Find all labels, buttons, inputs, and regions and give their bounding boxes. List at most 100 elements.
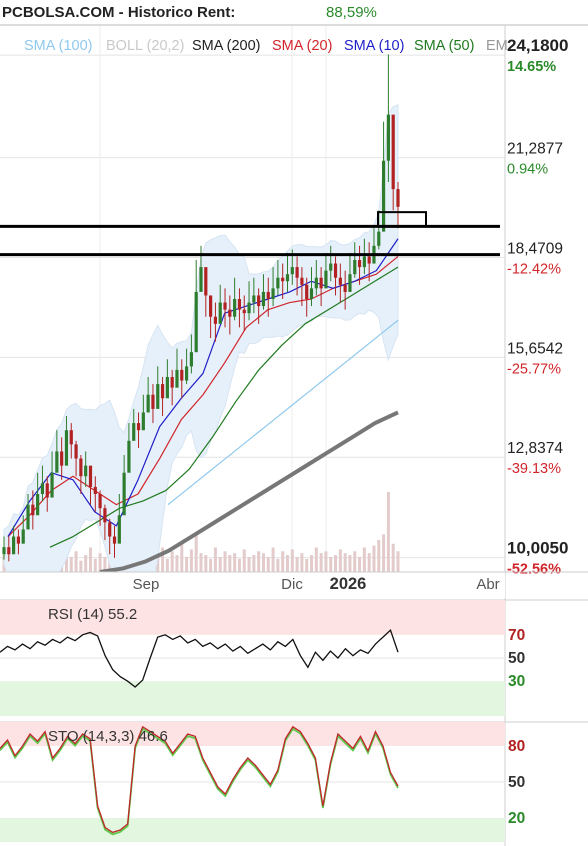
candle-body [353, 260, 357, 275]
volume-bar [175, 555, 179, 572]
candle-body [21, 529, 25, 544]
support-lines [0, 211, 500, 257]
legend-item: SMA (10) [344, 38, 404, 54]
candle-body [218, 302, 222, 324]
volume-bar [396, 551, 400, 572]
volume-bar [295, 556, 299, 572]
candle-body [237, 299, 242, 310]
candle-body [141, 412, 145, 431]
bollinger-band [3, 103, 399, 595]
candle-body [324, 270, 328, 289]
candle-body [84, 465, 88, 477]
volume-bar [88, 547, 92, 572]
candle-body [357, 260, 362, 268]
candle-body [333, 263, 338, 278]
volume-bar [223, 551, 227, 572]
volume-bar [319, 553, 323, 572]
legend-item: SMA (20) [272, 38, 332, 54]
chart-legend: SMA (100) BOLL (20,2) SMA (200) SMA (20) SMA… [24, 38, 508, 54]
volume-bar [247, 556, 251, 572]
volume-bar [343, 553, 347, 572]
price-label: 10,0050 [507, 539, 568, 558]
stock-chart[interactable]: SMA (100) BOLL (20,2) SMA (200) SMA (20) SMA… [0, 0, 588, 846]
rsi-panel: RSI (14) 55.2 70 50 30 [0, 599, 588, 716]
percent-label: 14.65% [507, 59, 556, 75]
candle-body [60, 451, 64, 466]
candle-body [98, 494, 102, 509]
candle-body [319, 277, 323, 289]
volume-bar [170, 551, 174, 572]
volume-bar [382, 534, 386, 572]
candle-body [271, 288, 275, 299]
candle-body [281, 277, 285, 282]
volume-bar [372, 545, 376, 572]
volume-bar [93, 558, 97, 572]
candle-body [348, 274, 352, 292]
time-label: Sep [133, 576, 160, 593]
rsi-level-label: 50 [508, 650, 525, 667]
sto-level-label: 50 [508, 774, 525, 791]
candle-body [228, 309, 232, 317]
candle-body [7, 547, 11, 555]
volume-bar [84, 555, 88, 572]
candle-body [88, 465, 93, 487]
bollinger-fill [3, 103, 399, 595]
candle-body [36, 494, 40, 516]
volume-bar [314, 547, 318, 572]
candle-body [170, 377, 174, 388]
candle-body [261, 291, 266, 307]
legend-item: BOLL (20,2) [106, 38, 184, 54]
candle-body [377, 231, 381, 246]
volume-bar [271, 547, 275, 572]
candle-body [122, 472, 126, 516]
candle-body [156, 384, 160, 409]
candle-body [40, 483, 45, 494]
candle-body [146, 394, 150, 413]
candle-body [396, 189, 400, 207]
volume-bar [338, 549, 342, 572]
volume-bar [353, 551, 357, 572]
candle-body [343, 284, 347, 292]
volume-bar [261, 553, 265, 572]
percent-label: -39.13% [507, 461, 561, 477]
volume-bar [237, 558, 241, 572]
volume-bar [209, 558, 213, 572]
candle-body [69, 430, 73, 445]
candle-body [252, 295, 256, 303]
candle-body [160, 384, 165, 399]
volume-bar [276, 558, 280, 572]
volume-bar [300, 553, 304, 572]
legend-item: SMA (50) [414, 38, 474, 54]
candle-body [108, 522, 112, 537]
volume-bar [305, 558, 309, 572]
candle-body [103, 508, 107, 523]
price-label: 21,2877 [507, 141, 563, 158]
legend-item: SMA (100) [24, 38, 93, 54]
volume-bar [377, 540, 381, 572]
volume-bar [391, 543, 395, 572]
candle-body [285, 274, 290, 282]
candle-body [16, 536, 21, 544]
candle-body [314, 277, 318, 289]
candle-body [386, 114, 390, 161]
candle-body [12, 536, 16, 555]
candle-body [165, 377, 169, 399]
volume-bar [233, 553, 237, 572]
time-label: Abr [476, 576, 499, 593]
candle-body [213, 316, 218, 324]
candle-body [112, 536, 117, 544]
volume-bar [213, 547, 217, 572]
volume-bar [69, 556, 73, 572]
volume-bar [310, 555, 314, 572]
candle-body [2, 547, 6, 555]
rsi-level-label: 30 [508, 673, 525, 690]
candle [381, 121, 386, 232]
volume-bar [290, 549, 294, 572]
rsi-title: RSI (14) 55.2 [48, 606, 137, 623]
volume-bar [257, 551, 261, 572]
candle-body [233, 299, 237, 317]
candle-body [209, 295, 213, 317]
candle-body [391, 114, 395, 190]
candle-body [184, 366, 189, 381]
price-label: 15,6542 [507, 340, 563, 357]
